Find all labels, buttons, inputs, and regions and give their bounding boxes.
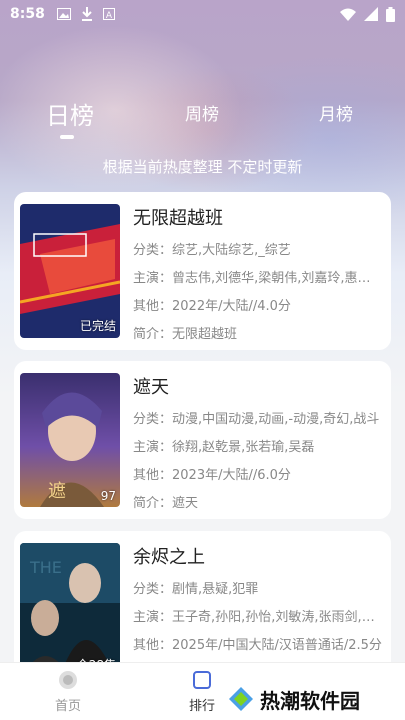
item-other: 其他：2023年/大陆//6.0分	[133, 466, 383, 486]
signal-icon	[364, 7, 378, 21]
item-cast: 主演：徐翔,赵乾景,张若瑜,吴磊	[133, 438, 383, 458]
cast-label: 主演：	[133, 271, 173, 286]
category-value: 动漫,中国动漫,动画,-动漫,奇幻,战斗	[172, 412, 380, 427]
list-item[interactable]: 已完结 无限超越班 分类：综艺,大陆综艺,_综艺 主演：曾志伟,刘德华,梁朝伟,…	[14, 192, 391, 350]
item-intro: 简介：无限超越班	[133, 325, 383, 345]
item-intro: 简介：遮天	[133, 494, 383, 514]
score-badge: 97	[100, 489, 116, 503]
other-label: 其他：	[133, 468, 173, 483]
tab-monthly[interactable]: 月榜	[319, 100, 353, 125]
category-label: 分类：	[133, 412, 173, 427]
svg-text:A: A	[106, 11, 113, 20]
item-category: 分类：剧情,悬疑,犯罪	[133, 580, 383, 600]
item-other: 其他：2025年/中国大陆/汉语普通话/2.5分	[133, 636, 383, 656]
item-category: 分类：动漫,中国动漫,动画,-动漫,奇幻,战斗	[133, 410, 383, 430]
status-bar: 8:58 A	[0, 0, 405, 28]
item-title: 无限超越班	[133, 208, 223, 229]
category-value: 剧情,悬疑,犯罪	[172, 582, 259, 597]
battery-icon	[386, 6, 395, 22]
tab-daily[interactable]: 日榜	[46, 96, 94, 131]
rank-icon	[193, 671, 211, 689]
other-value: 2023年/大陆//6.0分	[172, 468, 291, 483]
item-other: 其他：2022年/大陆//4.0分	[133, 297, 383, 317]
svg-text:THE: THE	[29, 558, 62, 577]
intro-label: 简介：	[133, 496, 173, 511]
intro-value: 无限超越班	[172, 327, 238, 342]
status-system-icons	[340, 6, 395, 22]
watermark-logo-icon	[229, 687, 253, 711]
nav-home[interactable]: 首页	[38, 669, 98, 714]
poster-image: 已完结	[20, 204, 120, 338]
intro-label: 简介：	[133, 327, 173, 342]
status-time: 8:58	[10, 6, 45, 22]
other-value: 2022年/大陆//4.0分	[172, 299, 291, 314]
status-badge: 已完结	[79, 319, 116, 333]
category-value: 综艺,大陆综艺,_综艺	[172, 243, 291, 258]
nav-home-label: 首页	[54, 699, 81, 714]
cast-label: 主演：	[133, 440, 173, 455]
text-icon: A	[102, 8, 115, 20]
other-label: 其他：	[133, 638, 173, 653]
status-notification-icons: A	[56, 7, 115, 21]
active-tab-indicator	[60, 135, 74, 139]
item-cast: 主演：王子奇,孙阳,孙怡,刘敏涛,张雨剑,黄尧	[133, 608, 383, 628]
item-info: 遮天 分类：动漫,中国动漫,动画,-动漫,奇幻,战斗 主演：徐翔,赵乾景,张若瑜…	[133, 374, 383, 514]
item-category: 分类：综艺,大陆综艺,_综艺	[133, 241, 383, 261]
cast-value: 曾志伟,刘德华,梁朝伟,刘嘉玲,惠英红	[172, 271, 383, 286]
cast-value: 徐翔,赵乾景,张若瑜,吴磊	[172, 440, 315, 455]
category-label: 分类：	[133, 582, 173, 597]
watermark-text: 热潮软件园	[260, 688, 360, 713]
item-info: 余烬之上 分类：剧情,悬疑,犯罪 主演：王子奇,孙阳,孙怡,刘敏涛,张雨剑,黄尧…	[133, 544, 383, 656]
intro-value: 遮天	[172, 496, 199, 511]
tab-weekly[interactable]: 周榜	[185, 100, 219, 125]
item-info: 无限超越班 分类：综艺,大陆综艺,_综艺 主演：曾志伟,刘德华,梁朝伟,刘嘉玲,…	[133, 205, 383, 345]
category-label: 分类：	[133, 243, 173, 258]
wifi-icon	[340, 8, 356, 21]
poster-art: 遮	[20, 373, 120, 507]
item-title: 遮天	[133, 377, 169, 398]
download-icon	[81, 7, 92, 21]
list-item[interactable]: 遮 97 遮天 分类：动漫,中国动漫,动画,-动漫,奇幻,战斗 主演：徐翔,赵乾…	[14, 361, 391, 519]
poster-image: 遮 97	[20, 373, 120, 507]
watermark: 热潮软件园	[218, 678, 405, 720]
svg-text:遮: 遮	[48, 481, 66, 502]
cast-label: 主演：	[133, 610, 173, 625]
home-icon	[59, 671, 77, 689]
item-title: 余烬之上	[133, 547, 205, 568]
item-cast: 主演：曾志伟,刘德华,梁朝伟,刘嘉玲,惠英红	[133, 269, 383, 289]
cast-value: 王子奇,孙阳,孙怡,刘敏涛,张雨剑,黄尧	[172, 610, 383, 625]
ranking-subtitle: 根据当前热度整理 不定时更新	[102, 158, 303, 176]
ranking-tabs: 日榜 周榜 月榜	[0, 100, 405, 140]
other-label: 其他：	[133, 299, 173, 314]
other-value: 2025年/中国大陆/汉语普通话/2.5分	[172, 638, 382, 653]
image-icon	[56, 8, 71, 20]
poster-image: THE 全28集	[20, 543, 120, 677]
